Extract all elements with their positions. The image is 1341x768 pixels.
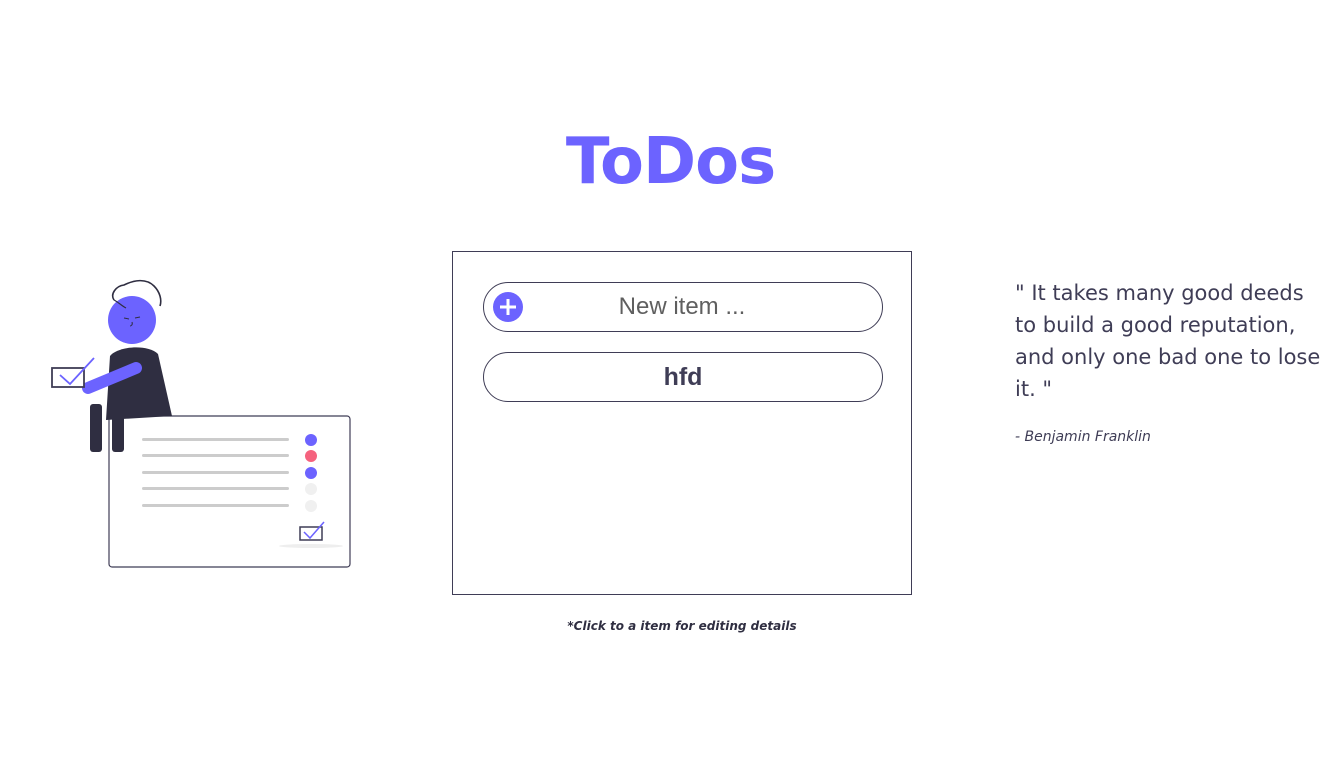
todo-item[interactable]: hfd: [483, 352, 883, 402]
page-title: ToDos: [565, 125, 776, 199]
editing-hint: *Click to a item for editing details: [567, 619, 797, 633]
add-item-button[interactable]: [493, 292, 523, 322]
todo-list-panel: hfd: [452, 251, 912, 595]
new-item-input[interactable]: [532, 287, 832, 327]
new-item-field[interactable]: [483, 282, 883, 332]
quote-text: " It takes many good deeds to build a go…: [1015, 281, 1321, 401]
todo-illustration: [48, 278, 354, 572]
todo-app-page: ToDos New item ... hfd *Click to a item …: [0, 0, 1341, 768]
quote-author: - Benjamin Franklin: [1015, 429, 1151, 445]
plus-icon: [500, 299, 516, 315]
